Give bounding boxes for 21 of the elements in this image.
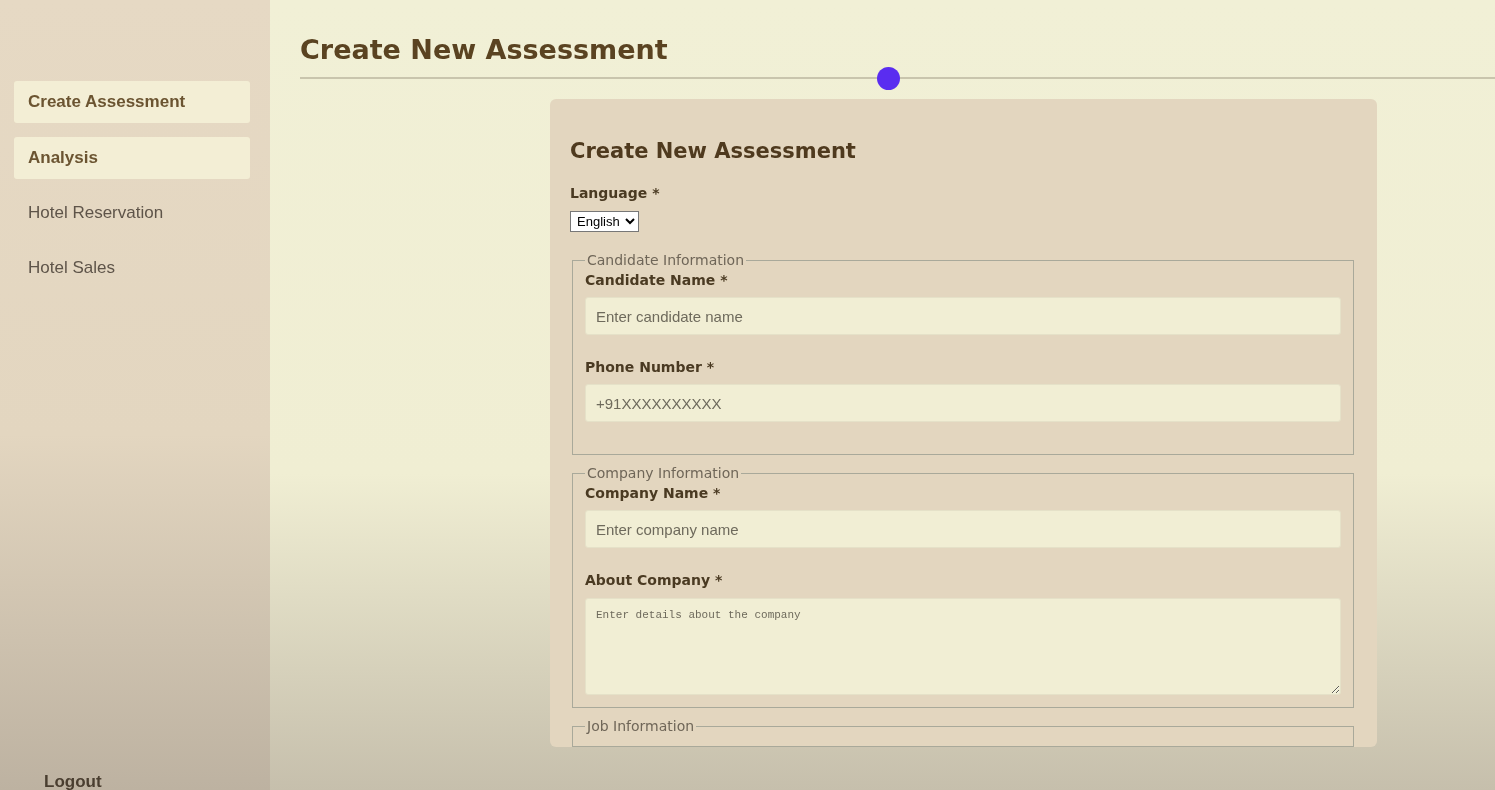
sidebar-item[interactable]: Analysis [14, 137, 250, 179]
input-field[interactable]: Enter company name [585, 510, 1341, 548]
text-area[interactable]: Enter details about the company [585, 598, 1341, 695]
sidebar-item[interactable]: Create Assessment [14, 81, 250, 123]
field-label: Phone Number * [585, 359, 716, 375]
section-legend: Job Information [585, 718, 697, 734]
input-field[interactable]: Enter candidate name [585, 297, 1341, 335]
form-title: Create New Assessment [570, 139, 856, 163]
field-label: Candidate Name * [585, 272, 729, 288]
sidebar-item[interactable]: Hotel Reservation [14, 193, 250, 234]
cursor-dot [877, 67, 900, 90]
sidebar-item[interactable]: Hotel Sales [14, 248, 250, 289]
language-select[interactable]: English [570, 211, 639, 232]
field-label: About Company * [585, 572, 724, 588]
section-legend: Candidate Information [585, 252, 747, 268]
field-label: Language * [570, 185, 660, 201]
logout-link[interactable]: Logout [44, 772, 250, 790]
section-legend: Company Information [585, 465, 742, 481]
input-field[interactable]: +91XXXXXXXXXX [585, 384, 1341, 422]
page-title: Create New Assessment [300, 34, 669, 65]
field-label: Company Name * [585, 485, 722, 501]
